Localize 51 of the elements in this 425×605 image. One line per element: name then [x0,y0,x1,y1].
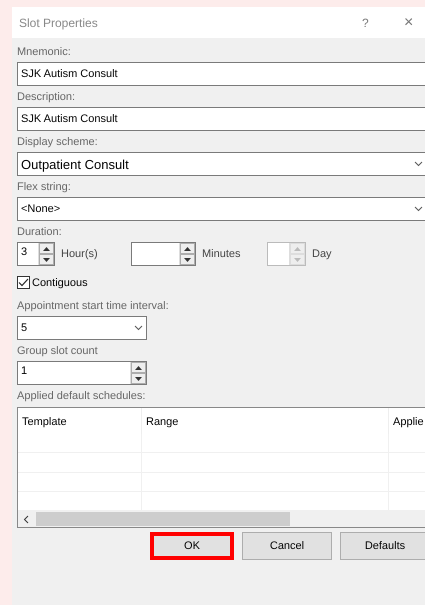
up-arrow-icon [184,246,191,250]
dropdown-field[interactable]: 5 [17,316,147,340]
field-label: Duration: [17,226,63,238]
text-field[interactable]: SJK Autism Consult [17,107,425,131]
spin-up-button[interactable] [180,243,195,254]
column-header[interactable]: Template [18,408,142,434]
down-arrow-icon [184,258,191,262]
table-label: Applied default schedules: [17,390,146,402]
column-header[interactable]: Range [142,408,389,434]
window-title: Slot Properties [19,16,99,30]
spin-down-button[interactable] [131,373,146,384]
spin-down-button[interactable] [39,254,54,265]
spin-field[interactable] [131,242,196,266]
spin-field[interactable]: 3 [17,242,55,266]
chevron-down-icon[interactable] [134,325,143,331]
field-label: Group slot count [17,345,99,357]
field-label: Display scheme: [17,136,99,148]
checkmark-icon [18,278,29,287]
up-arrow-icon [135,366,142,370]
spin-up-button[interactable] [131,362,146,373]
scroll-thumb[interactable] [36,512,290,526]
spin-down-button[interactable] [180,254,195,265]
column-header[interactable]: Applie [389,408,425,434]
chevron-down-icon[interactable] [414,161,423,167]
cancel-button[interactable]: Cancel [242,532,332,560]
up-arrow-icon [294,246,301,250]
field-label: Appointment start time interval: [17,300,170,312]
text-field[interactable]: SJK Autism Consult [17,62,425,86]
spin-up-button[interactable] [39,243,54,254]
dropdown-field[interactable]: <None> [17,197,425,221]
down-arrow-icon [43,258,50,262]
chevron-left-icon [23,514,29,524]
checkbox-label: Contiguous [32,276,88,288]
down-arrow-icon [294,258,301,262]
up-arrow-icon [43,246,50,250]
dropdown-field[interactable]: Outpatient Consult [17,152,425,176]
ok-button[interactable]: OK [150,532,234,560]
unit-label: Hour(s) [61,248,99,260]
unit-label: Minutes [202,248,242,260]
field-label: Flex string: [17,181,72,193]
field-label: Mnemonic: [17,46,72,58]
horizontal-scrollbar[interactable] [18,511,425,527]
unit-label: Day [312,248,333,260]
checkbox[interactable] [17,276,30,289]
spin-field[interactable]: 1 [17,361,147,385]
close-button[interactable]: × [404,14,425,32]
chevron-down-icon[interactable] [414,206,423,212]
help-button[interactable]: ? [362,16,404,30]
down-arrow-icon [135,376,142,380]
defaults-button[interactable]: Defaults [340,532,425,560]
field-label: Description: [17,91,76,103]
